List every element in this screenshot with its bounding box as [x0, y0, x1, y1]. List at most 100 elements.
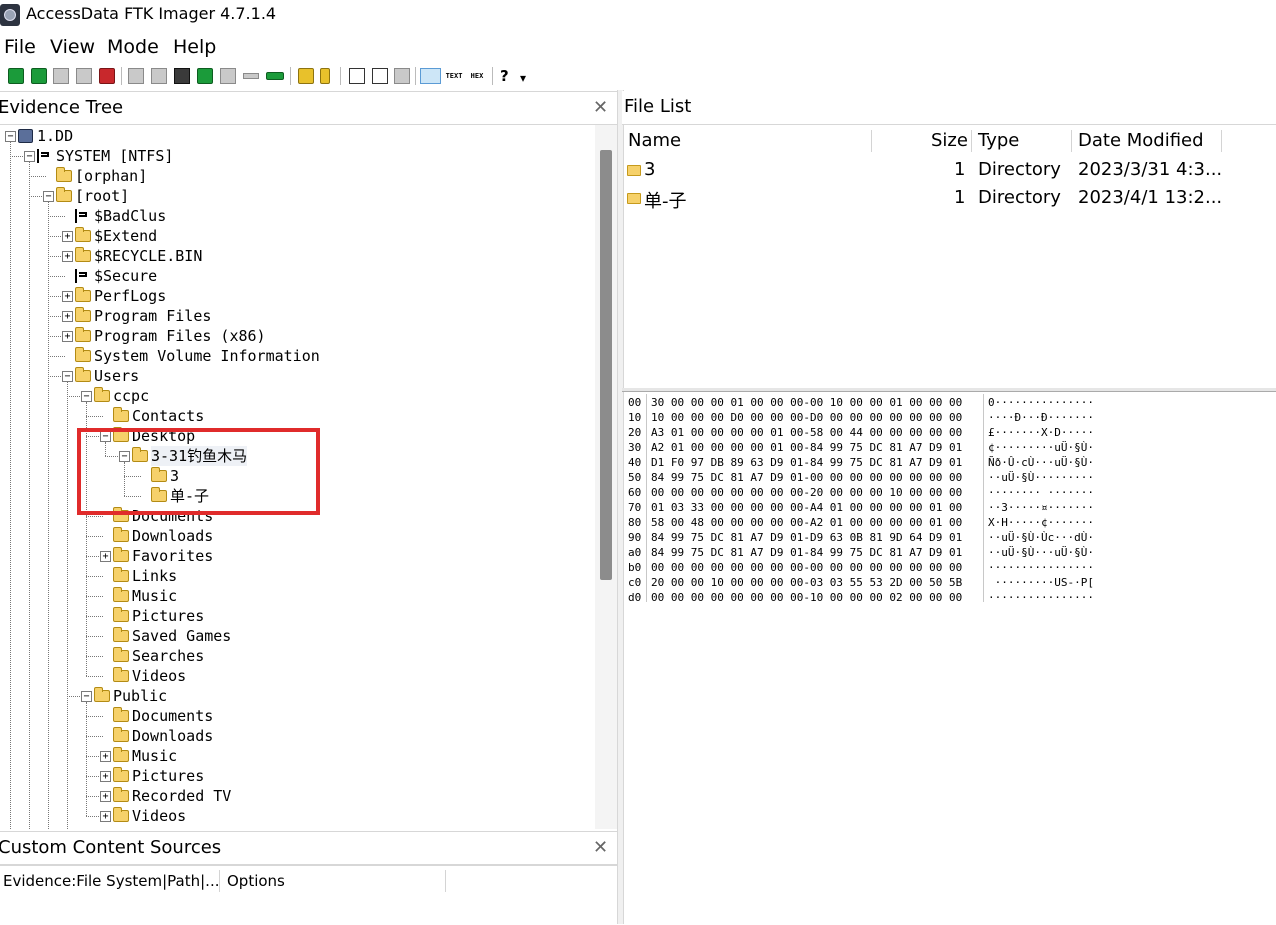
export-directory-listing-icon[interactable] [349, 68, 365, 84]
hex-row[interactable]: 20 A3 01 00 00 00 00 01 00-58 00 44 00 00… [622, 425, 1276, 440]
tree-node[interactable]: System Volume Information [0, 346, 595, 366]
menu-view[interactable]: View [50, 34, 95, 60]
image-mounting-icon[interactable] [53, 68, 69, 84]
hex-row[interactable]: 30 A2 01 00 00 00 00 01 00-84 99 75 DC 81… [622, 440, 1276, 455]
tree-node[interactable]: $BadClus [0, 206, 595, 226]
expand-icon[interactable]: + [100, 751, 111, 762]
custom-content-list[interactable]: Evidence:File System|Path|... Options [0, 865, 617, 925]
column-header-evidence[interactable]: Evidence:File System|Path|... [3, 872, 219, 890]
add-evidence-item-icon[interactable] [8, 68, 24, 84]
export-logical-image-icon[interactable] [174, 68, 190, 84]
hex-view-button[interactable]: HEX [467, 68, 487, 84]
decrypt-icon[interactable] [243, 73, 259, 79]
column-header-options[interactable]: Options [227, 872, 285, 890]
view-files-icon[interactable] [394, 68, 410, 84]
scrollbar-thumb[interactable] [600, 150, 612, 580]
expand-icon[interactable]: + [100, 811, 111, 822]
tree-node[interactable]: − ccpc [0, 386, 595, 406]
auto-detect-view-icon[interactable] [420, 68, 441, 84]
tree-node[interactable]: + Program Files (x86) [0, 326, 595, 346]
tree-node[interactable]: − SYSTEM [NTFS] [0, 146, 595, 166]
menu-mode[interactable]: Mode [107, 34, 159, 60]
file-list-row[interactable]: 单-子 1 Directory 2023/4/1 13:2... [622, 185, 1276, 213]
toolbar-overflow-icon[interactable]: ▾ [520, 71, 536, 87]
tree-node[interactable]: Links [0, 566, 595, 586]
tree-node[interactable]: Music [0, 586, 595, 606]
tree-node[interactable]: + $RECYCLE.BIN [0, 246, 595, 266]
hex-row[interactable]: b0 00 00 00 00 00 00 00 00-00 00 00 00 00… [622, 560, 1276, 575]
collapse-icon[interactable]: − [24, 151, 35, 162]
menu-help[interactable]: Help [173, 34, 216, 60]
hex-row[interactable]: c0 20 00 00 10 00 00 00 00-03 03 55 53 2D… [622, 575, 1276, 590]
text-view-button[interactable]: TEXT [444, 68, 464, 84]
tree-node[interactable]: Downloads [0, 526, 595, 546]
tree-node[interactable]: Documents [0, 706, 595, 726]
menu-file[interactable]: File [4, 34, 36, 60]
expand-icon[interactable]: + [100, 771, 111, 782]
remove-all-evidence-icon[interactable] [99, 68, 115, 84]
expand-icon[interactable]: + [62, 251, 73, 262]
tree-node[interactable]: + Pictures [0, 766, 595, 786]
export-disk-image-icon[interactable] [151, 68, 167, 84]
create-custom-content-image-icon[interactable] [220, 68, 236, 84]
tree-node[interactable]: $Secure [0, 266, 595, 286]
tree-node[interactable]: − 1.DD [0, 126, 595, 146]
evidence-tree-close-icon[interactable]: ✕ [593, 97, 608, 118]
hex-row[interactable]: 10 10 00 00 00 D0 00 00 00-D0 00 00 00 00… [622, 410, 1276, 425]
hex-row[interactable]: d0 00 00 00 00 00 00 00 00-10 00 00 00 02… [622, 590, 1276, 605]
hex-row[interactable]: 80 58 00 48 00 00 00 00 00-A2 01 00 00 00… [622, 515, 1276, 530]
hex-row[interactable]: 40 D1 F0 97 DB 89 63 D9 01-84 99 75 DC 81… [622, 455, 1276, 470]
tree-node[interactable]: Saved Games [0, 626, 595, 646]
hex-row[interactable]: 60 00 00 00 00 00 00 00 00-20 00 00 00 10… [622, 485, 1276, 500]
hex-row[interactable]: 90 84 99 75 DC 81 A7 D9 01-D9 63 0B 81 9D… [622, 530, 1276, 545]
collapse-icon[interactable]: − [43, 191, 54, 202]
expand-icon[interactable]: + [62, 331, 73, 342]
column-header-size[interactable]: Size [931, 130, 968, 151]
hex-viewer[interactable]: 00 30 00 00 00 01 00 00 00-00 10 00 00 01… [622, 392, 1276, 924]
expand-icon[interactable]: + [100, 791, 111, 802]
tree-node[interactable]: + Recorded TV [0, 786, 595, 806]
create-disk-image-icon[interactable] [128, 68, 144, 84]
help-icon[interactable]: ? [500, 68, 516, 84]
tree-node[interactable]: + Favorites [0, 546, 595, 566]
export-hash-list-icon[interactable] [320, 68, 330, 84]
expand-icon[interactable]: + [62, 291, 73, 302]
hex-row[interactable]: a0 84 99 75 DC 81 A7 D9 01-84 99 75 DC 81… [622, 545, 1276, 560]
expand-icon[interactable]: + [62, 231, 73, 242]
export-files-icon[interactable] [298, 68, 314, 84]
remove-evidence-item-icon[interactable] [76, 68, 92, 84]
custom-content-close-icon[interactable]: ✕ [593, 837, 608, 858]
collapse-icon[interactable]: − [81, 391, 92, 402]
verify-drive-image-icon[interactable] [372, 68, 388, 84]
tree-node[interactable]: Downloads [0, 726, 595, 746]
file-list-row[interactable]: 3 1 Directory 2023/3/31 4:3... [622, 157, 1276, 185]
column-header-name[interactable]: Name [628, 130, 681, 151]
column-header-date-modified[interactable]: Date Modified [1078, 130, 1204, 151]
tree-node[interactable]: + PerfLogs [0, 286, 595, 306]
tree-node[interactable]: Videos [0, 666, 595, 686]
collapse-icon[interactable]: − [5, 131, 16, 142]
collapse-icon[interactable]: − [62, 371, 73, 382]
column-header-type[interactable]: Type [978, 130, 1019, 151]
hex-row[interactable]: 70 01 03 33 00 00 00 00 00-A4 01 00 00 00… [622, 500, 1276, 515]
tree-node[interactable]: + Program Files [0, 306, 595, 326]
tree-node[interactable]: [orphan] [0, 166, 595, 186]
add-all-attached-devices-icon[interactable] [31, 68, 47, 84]
tree-node[interactable]: + $Extend [0, 226, 595, 246]
tree-node[interactable]: Pictures [0, 606, 595, 626]
tree-node[interactable]: + Videos [0, 806, 595, 826]
tree-node[interactable]: − [root] [0, 186, 595, 206]
collapse-icon[interactable]: − [81, 691, 92, 702]
tree-node[interactable]: − Users [0, 366, 595, 386]
expand-icon[interactable]: + [62, 311, 73, 322]
tree-node[interactable]: Searches [0, 646, 595, 666]
tree-node[interactable]: + Music [0, 746, 595, 766]
hex-row[interactable]: 00 30 00 00 00 01 00 00 00-00 10 00 00 01… [622, 395, 1276, 410]
tree-node[interactable]: − Public [0, 686, 595, 706]
memory-capture-icon[interactable] [266, 72, 284, 80]
tree-node[interactable]: Contacts [0, 406, 595, 426]
evidence-tree-scrollbar[interactable] [595, 125, 617, 829]
expand-icon[interactable]: + [100, 551, 111, 562]
add-to-custom-content-icon[interactable] [197, 68, 213, 84]
hex-row[interactable]: 50 84 99 75 DC 81 A7 D9 01-00 00 00 00 00… [622, 470, 1276, 485]
